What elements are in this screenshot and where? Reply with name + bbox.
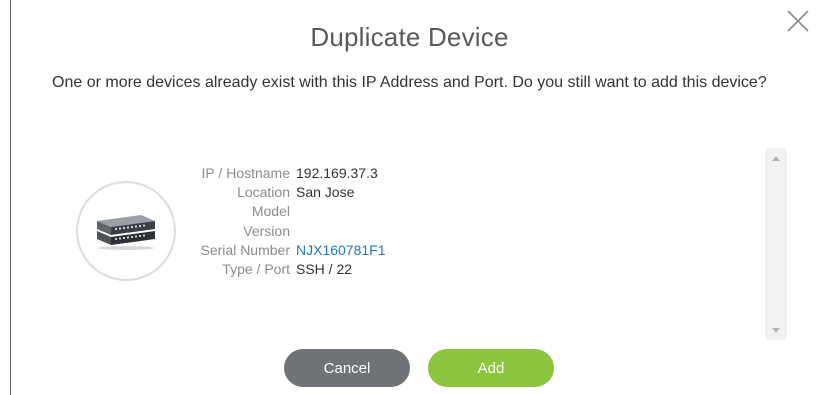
device-field-version: Version xyxy=(172,222,386,241)
triangle-up-icon xyxy=(772,155,780,161)
field-label: Location xyxy=(237,184,290,201)
field-value: SSH / 22 xyxy=(296,260,353,277)
scroll-up-button[interactable] xyxy=(765,150,787,166)
device-details: IP / Hostname 192.169.37.3 Location San … xyxy=(172,164,386,279)
device-field-location: Location San Jose xyxy=(172,183,386,202)
triangle-down-icon xyxy=(772,327,780,333)
field-value: 192.169.37.3 xyxy=(296,165,378,181)
dialog-message: One or more devices already exist with t… xyxy=(52,74,767,91)
field-label: Type / Port xyxy=(222,260,290,277)
dialog-title: Duplicate Device xyxy=(310,22,509,52)
device-field-type-port: Type / Port SSH / 22 xyxy=(172,260,386,279)
field-label: Model xyxy=(251,203,290,220)
network-switch-icon xyxy=(97,215,155,250)
device-panel: IP / Hostname 192.169.37.3 Location San … xyxy=(52,148,787,340)
field-value: San Jose xyxy=(296,184,355,201)
device-field-serial: Serial Number NJX160781F1 xyxy=(172,241,386,260)
device-field-ip: IP / Hostname 192.169.37.3 xyxy=(172,164,386,183)
serial-number-link[interactable]: NJX160781F1 xyxy=(296,241,386,260)
device-avatar xyxy=(76,181,176,281)
device-field-model: Model xyxy=(172,202,386,221)
duplicate-device-dialog: Duplicate Device One or more devices alr… xyxy=(0,0,819,395)
scroll-down-button[interactable] xyxy=(765,322,787,338)
scrollbar[interactable] xyxy=(765,148,787,340)
field-label: IP / Hostname xyxy=(201,165,290,181)
cancel-button[interactable]: Cancel xyxy=(284,349,410,387)
field-label: Serial Number xyxy=(200,241,290,258)
dialog-border xyxy=(10,0,11,395)
add-button[interactable]: Add xyxy=(428,349,554,387)
field-label: Version xyxy=(243,222,290,239)
